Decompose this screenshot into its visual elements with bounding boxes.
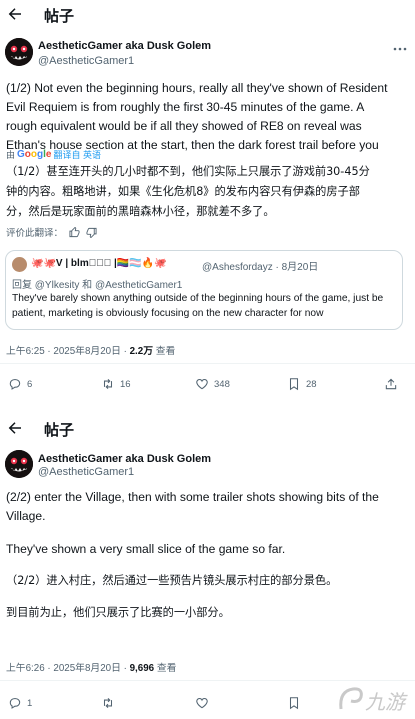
post-line: Evil Requiem is from roughly the first 3… — [6, 100, 365, 114]
share-button[interactable] — [384, 377, 398, 391]
post-body-translated: （1/2）甚至连开头的几小时都不到，他们实际上只展示了游戏前30-45分 钟的内… — [6, 162, 410, 222]
like-icon — [196, 698, 208, 709]
post-line — [6, 526, 408, 540]
post-1-screen: 帖子 AestheticGamer aka Dusk Golem @Aesthe… — [0, 0, 415, 404]
avatar-face-icon — [5, 450, 33, 478]
post-line — [6, 591, 410, 603]
post-line: rough equivalent would be if all they sh… — [6, 119, 362, 133]
rate-translation: 评价此翻译： — [6, 225, 97, 239]
author-handle[interactable]: @AestheticGamer1 — [38, 466, 134, 478]
post-line: Village. — [6, 509, 46, 523]
author-handle[interactable]: @AestheticGamer1 — [38, 55, 134, 67]
post-timestamp[interactable]: 上午6:25 · 2025年8月20日 · — [6, 346, 130, 357]
share-icon — [385, 378, 397, 390]
post-line: (2/2) enter the Village, then with some … — [6, 490, 379, 504]
divider — [0, 363, 415, 364]
translate-source-link[interactable]: 翻译自 英语 — [53, 148, 101, 161]
more-icon[interactable] — [393, 46, 407, 52]
like-button[interactable]: 348 — [195, 377, 230, 391]
view-count: 2.2万 — [129, 346, 154, 357]
post-line: （1/2）甚至连开头的几小时都不到，他们实际上只展示了游戏前30-45分 — [6, 165, 370, 178]
quoted-author-name[interactable]: 🐙🐙V | blm🏽🏾🏿 |🏳️‍🌈🏳️‍⚧️🔥🐙 — [31, 258, 167, 269]
action-bar: 6 16 348 28 — [0, 377, 415, 397]
author-name[interactable]: AestheticGamer aka Dusk Golem — [38, 453, 211, 465]
avatar-face-icon — [5, 38, 33, 66]
repost-count: 16 — [120, 378, 131, 390]
rate-label: 评价此翻译： — [6, 228, 64, 239]
post-line: 到目前为止，他们只展示了比赛的一小部分。 — [6, 606, 230, 619]
thumbs-down-icon[interactable] — [86, 227, 97, 238]
page-title: 帖子 — [44, 8, 75, 25]
post-line: (1/2) Not even the beginning hours, real… — [6, 81, 388, 95]
translated-by-google[interactable]: 由 Google 翻译自 英语 — [6, 148, 101, 161]
like-button[interactable] — [195, 696, 214, 710]
header-bar: 帖子 — [0, 414, 415, 444]
like-count: 348 — [214, 378, 230, 390]
reply-icon — [9, 698, 21, 709]
post-line: They've shown a very small slice of the … — [6, 542, 286, 556]
watermark-logo: 九游 — [335, 681, 413, 717]
post-line: （2/2）进入村庄，然后通过一些预告片镜头展示村庄的部分景色。 — [6, 574, 338, 587]
page-title: 帖子 — [44, 422, 75, 439]
quoted-text: They've barely shown anything outside of… — [12, 293, 384, 319]
post-line: 钟的内容。粗略地讲，如果《生化危机8》的发布内容只有伊森的房子部 — [6, 185, 360, 198]
views-label: 查看 — [154, 663, 177, 674]
post-meta: 上午6:26 · 2025年8月20日 · 9,696 查看 — [6, 660, 176, 674]
quoted-post[interactable]: 🐙🐙V | blm🏽🏾🏿 |🏳️‍🌈🏳️‍⚧️🔥🐙 @Ashesfordayz … — [5, 250, 403, 330]
reply-button[interactable]: 1 — [8, 696, 32, 710]
bookmark-icon — [289, 697, 299, 710]
reply-button[interactable]: 6 — [8, 377, 32, 391]
quoted-reply-to: 回复 @Ylkesity 和 @AestheticGamer1 — [12, 280, 183, 291]
bookmark-count: 28 — [306, 378, 317, 390]
repost-button[interactable]: 16 — [101, 377, 131, 391]
bookmark-icon — [289, 378, 299, 391]
reply-icon — [9, 379, 21, 390]
post-body-translated: （2/2）进入村庄，然后通过一些预告片镜头展示村庄的部分景色。 到目前为止，他们… — [6, 571, 410, 623]
back-arrow-icon[interactable] — [6, 5, 24, 23]
watermark-icon: 九游 — [339, 687, 408, 714]
post-line: 分，然后是玩家面前的黑暗森林小径，那就差不多了。 — [6, 205, 275, 218]
post-body-english: (2/2) enter the Village, then with some … — [6, 488, 408, 559]
google-icon: Google — [17, 149, 52, 160]
header-bar: 帖子 — [0, 0, 415, 30]
bookmark-button[interactable]: 28 — [287, 377, 317, 391]
reply-count: 1 — [27, 697, 33, 709]
avatar[interactable] — [5, 38, 33, 66]
repost-icon — [103, 697, 113, 709]
avatar[interactable] — [5, 450, 33, 478]
post-body-english: (1/2) Not even the beginning hours, real… — [6, 79, 408, 155]
quoted-handle-date: @Ashesfordayz · 8月20日 — [202, 262, 319, 273]
repost-icon — [103, 378, 113, 390]
views-label: 查看 — [153, 346, 176, 357]
quoted-avatar[interactable] — [12, 257, 27, 272]
translate-prefix: 由 — [6, 150, 16, 160]
like-icon — [196, 379, 208, 390]
post-timestamp[interactable]: 上午6:26 · 2025年8月20日 · — [6, 663, 130, 674]
bookmark-button[interactable] — [287, 696, 306, 710]
reply-count: 6 — [27, 378, 33, 390]
post-2-screen: 帖子 AestheticGamer aka Dusk Golem @Aesthe… — [0, 404, 415, 719]
author-name[interactable]: AestheticGamer aka Dusk Golem — [38, 40, 211, 52]
thumbs-up-icon[interactable] — [69, 226, 80, 238]
watermark-text: 九游 — [365, 690, 408, 714]
post-meta: 上午6:25 · 2025年8月20日 · 2.2万 查看 — [6, 343, 175, 357]
view-count: 9,696 — [129, 663, 155, 674]
back-arrow-icon[interactable] — [6, 419, 24, 437]
repost-button[interactable] — [101, 696, 120, 710]
